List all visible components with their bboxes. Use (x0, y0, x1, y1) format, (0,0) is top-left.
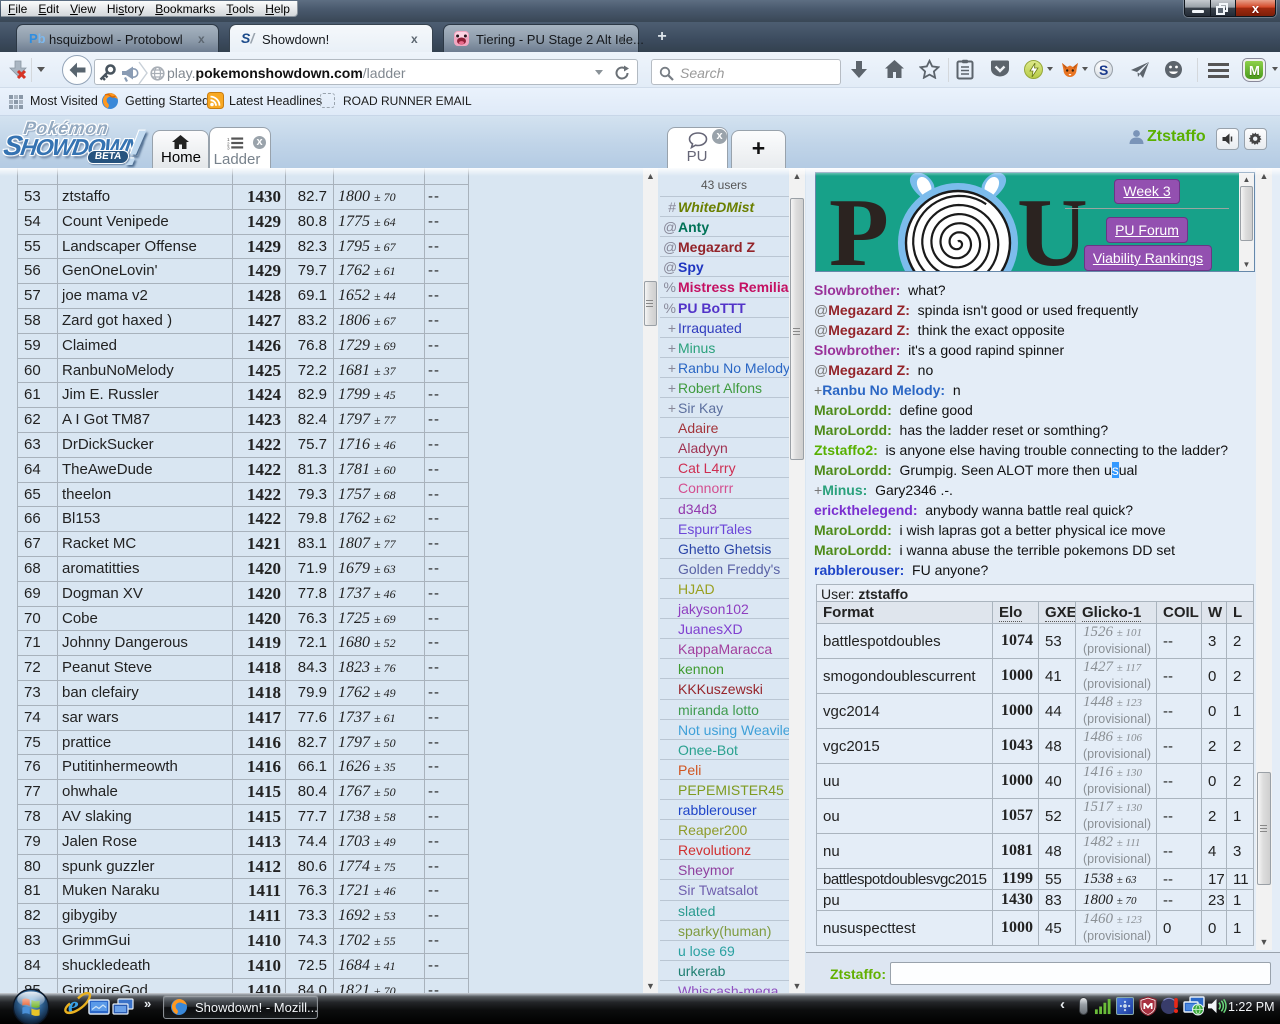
svg-text:3: 3 (227, 145, 230, 150)
